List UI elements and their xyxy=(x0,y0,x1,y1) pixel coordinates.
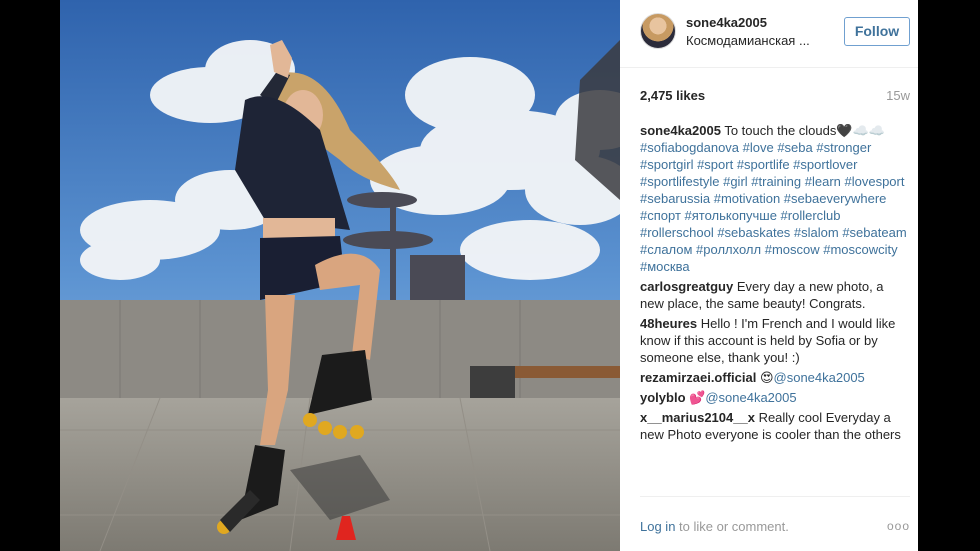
post-location[interactable]: Космодамианская ... xyxy=(686,33,810,48)
comment-username[interactable]: rezamirzaei.official xyxy=(640,370,756,385)
comment-username[interactable]: 48heures xyxy=(640,316,697,331)
post-footer: Log in to like or comment. ooo xyxy=(640,519,910,534)
post-header: sone4ka2005 Космодамианская ... Follow xyxy=(620,0,918,68)
follow-button[interactable]: Follow xyxy=(844,17,910,46)
post-photo[interactable] xyxy=(60,0,620,551)
caption-hashtags[interactable]: #sofiabogdanova #love #seba #stronger #s… xyxy=(640,140,907,274)
comment-username[interactable]: carlosgreatguy xyxy=(640,279,733,294)
photo-image xyxy=(60,0,620,551)
post-stats: 2,475 likes 15w xyxy=(640,88,910,103)
divider xyxy=(640,496,910,497)
caption-text: To touch the clouds🖤☁️☁️ xyxy=(724,123,885,138)
caption-username[interactable]: sone4ka2005 xyxy=(640,123,721,138)
comment-mention[interactable]: @sone4ka2005 xyxy=(774,370,865,385)
more-options-icon[interactable]: ooo xyxy=(887,519,910,533)
comment-text: 😍 xyxy=(759,370,774,385)
post-username[interactable]: sone4ka2005 xyxy=(686,15,767,30)
comment-list: sone4ka2005 To touch the clouds🖤☁️☁️ #so… xyxy=(640,122,910,496)
comment-username[interactable]: yolyblo xyxy=(640,390,686,405)
comment-text: 💕 xyxy=(689,390,706,405)
list-item: rezamirzaei.official 😍@sone4ka2005 xyxy=(640,369,910,386)
post-panel: sone4ka2005 Космодамианская ... Follow 2… xyxy=(620,0,918,551)
login-link[interactable]: Log in xyxy=(640,519,675,534)
list-item: 48heures Hello ! I'm French and I would … xyxy=(640,315,910,366)
list-item: x__marius2104__x Really cool Everyday a … xyxy=(640,409,910,443)
comment-mention[interactable]: @sone4ka2005 xyxy=(705,390,796,405)
login-prompt: to like or comment. xyxy=(675,519,789,534)
list-item: yolyblo 💕@sone4ka2005 xyxy=(640,389,910,406)
caption: sone4ka2005 To touch the clouds🖤☁️☁️ #so… xyxy=(640,122,910,275)
comment-username[interactable]: x__marius2104__x xyxy=(640,410,755,425)
likes-count[interactable]: 2,475 likes xyxy=(640,88,705,103)
user-avatar[interactable] xyxy=(640,13,676,49)
post-age[interactable]: 15w xyxy=(886,88,910,103)
list-item: carlosgreatguy Every day a new photo, a … xyxy=(640,278,910,312)
